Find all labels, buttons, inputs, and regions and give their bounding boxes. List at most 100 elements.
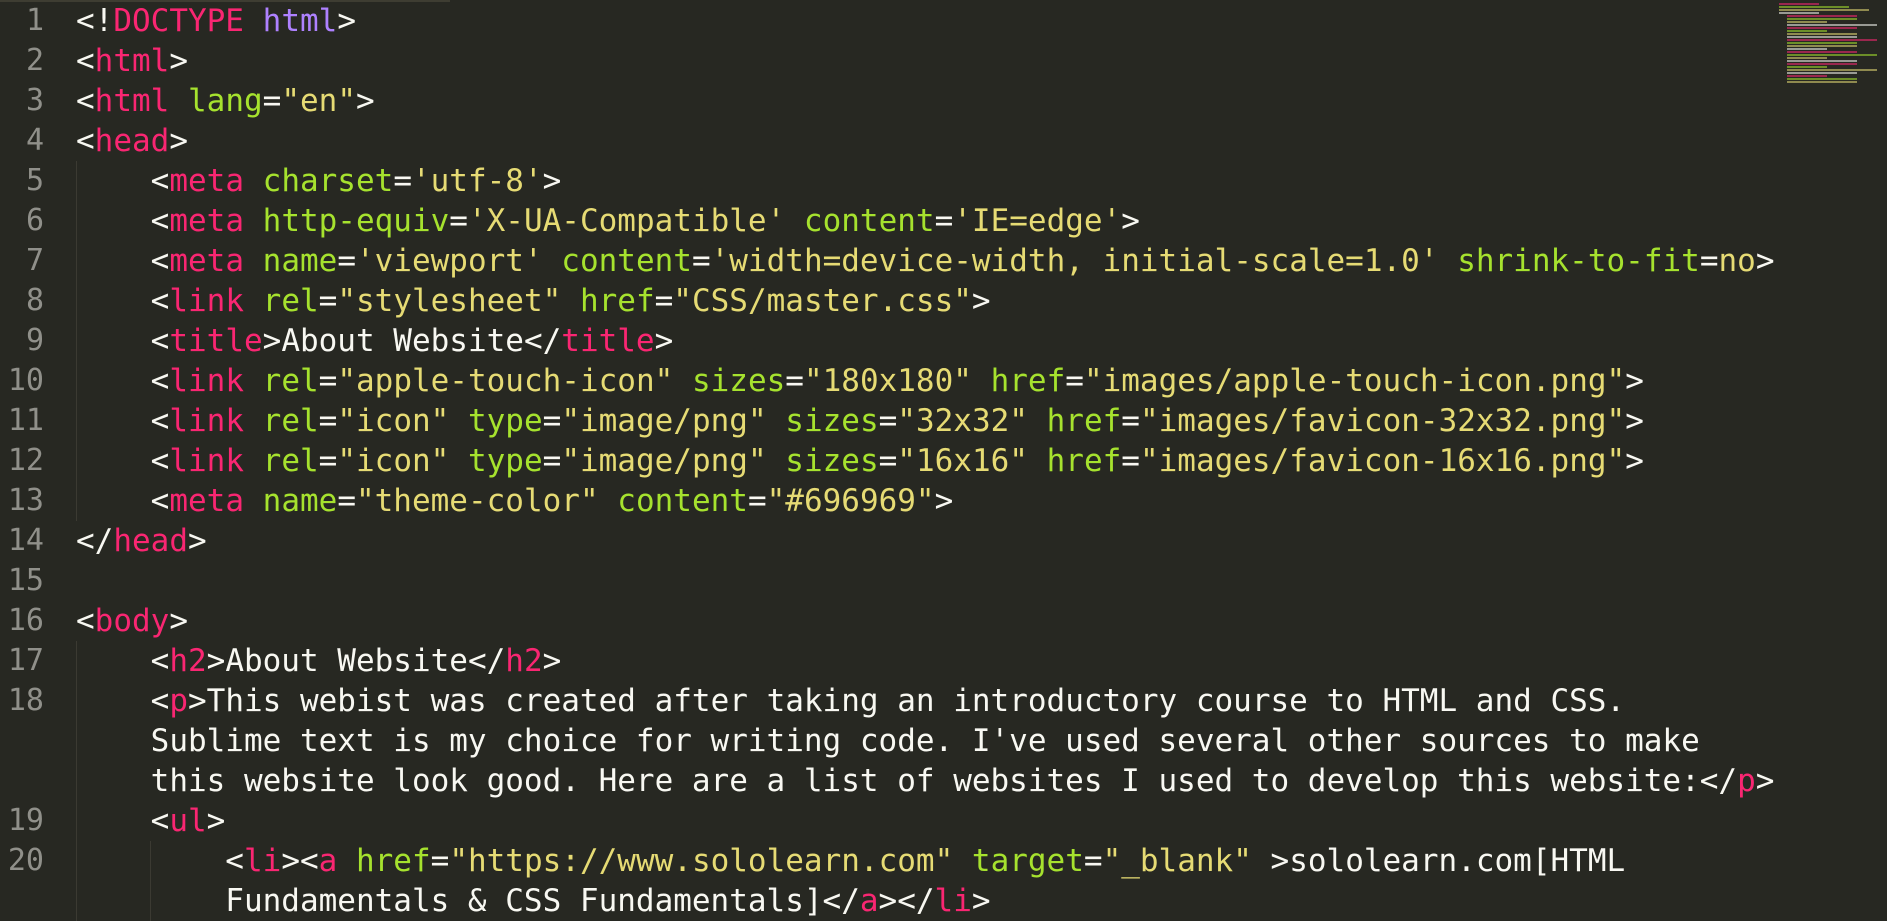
code-line[interactable]: <body> — [76, 601, 188, 641]
code-token: type — [467, 403, 543, 439]
code-token: sizes — [785, 403, 879, 439]
minimap-line — [1779, 3, 1819, 5]
minimap-line — [1787, 51, 1857, 53]
code-token: lang — [188, 83, 263, 119]
code-line[interactable]: <link rel="apple-touch-icon" sizes="180x… — [76, 361, 1644, 401]
code-line[interactable]: <li><a href="https://www.sololearn.com" … — [76, 841, 1625, 881]
code-token: meta — [169, 243, 244, 279]
code-token: h2 — [505, 643, 543, 679]
code-token: = — [318, 283, 338, 319]
code-line[interactable]: Sublime text is my choice for writing co… — [76, 721, 1700, 761]
code-token: rel — [262, 283, 319, 319]
code-token: href — [990, 363, 1066, 399]
minimap-line — [1787, 33, 1857, 35]
code-token: 'utf-8' — [411, 163, 543, 199]
code-token: name — [262, 483, 338, 519]
code-token: = — [318, 403, 338, 439]
code-token: "16x16" — [897, 443, 1028, 479]
code-line[interactable]: <meta charset='utf-8'> — [76, 161, 562, 201]
code-token: > — [971, 883, 991, 919]
code-token: < — [76, 643, 170, 679]
code-line[interactable]: <html lang="en"> — [76, 81, 375, 121]
code-token: href — [355, 843, 431, 879]
code-token: Sublime text is my choice for writing co… — [76, 723, 1700, 759]
code-line[interactable]: Fundamentals & CSS Fundamentals]</a></li… — [76, 881, 991, 921]
code-line[interactable]: this website look good. Here are a list … — [76, 761, 1775, 801]
code-line[interactable]: <h2>About Website</h2> — [76, 641, 562, 681]
code-token: html — [94, 43, 170, 79]
code-token: = — [1121, 443, 1140, 479]
code-token: a — [318, 843, 338, 879]
code-token: = — [318, 363, 338, 399]
code-token: = — [337, 483, 356, 519]
code-token: > — [337, 3, 356, 39]
code-token: "image/png" — [561, 403, 767, 439]
code-token: p — [169, 683, 188, 719]
code-token: li — [243, 843, 282, 879]
code-token: 'width=device-width, initial-scale=1.0' — [710, 243, 1439, 279]
code-token: = — [262, 83, 282, 119]
code-token: this website look good. Here are a list … — [76, 763, 1738, 799]
code-line[interactable]: <html> — [76, 41, 188, 81]
minimap-line — [1787, 75, 1827, 77]
minimap-line — [1787, 54, 1877, 56]
minimap-line — [1787, 78, 1857, 80]
code-token: > — [187, 523, 207, 559]
minimap-line — [1787, 60, 1857, 62]
code-token: "_blank" — [1102, 843, 1252, 879]
code-line[interactable]: <ul> — [76, 801, 226, 841]
code-token: link — [169, 363, 244, 399]
minimap-line — [1787, 36, 1857, 38]
code-token: = — [1121, 403, 1140, 439]
code-line[interactable]: <meta name="theme-color" content="#69696… — [76, 481, 954, 521]
code-line[interactable]: <meta http-equiv='X-UA-Compatible' conte… — [76, 201, 1140, 241]
code-token: p — [1737, 763, 1756, 799]
code-token: "en" — [281, 83, 356, 119]
code-line[interactable]: <p>This webist was created after taking … — [76, 681, 1625, 721]
code-token: title — [561, 323, 655, 359]
code-token: = — [1699, 243, 1719, 279]
code-token: sizes — [785, 443, 879, 479]
code-token: = — [934, 203, 954, 239]
code-token: = — [1083, 843, 1103, 879]
code-line[interactable]: <link rel="icon" type="image/png" sizes=… — [76, 401, 1644, 441]
code-token: > — [542, 163, 562, 199]
code-token: "images/apple-touch-icon.png" — [1083, 363, 1626, 399]
code-line[interactable]: <link rel="stylesheet" href="CSS/master.… — [76, 281, 991, 321]
indent-guide — [150, 841, 152, 921]
code-token: > — [971, 283, 991, 319]
code-line[interactable]: <!DOCTYPE html> — [76, 1, 356, 41]
code-token: > — [355, 83, 375, 119]
code-token: < — [76, 43, 95, 79]
code-line[interactable]: <title>About Website</title> — [76, 321, 674, 361]
code-line[interactable]: <meta name='viewport' content='width=dev… — [76, 241, 1775, 281]
code-editor[interactable]: 1 2 3 4 5 6 7 8 9 10 11 12 13 14 15 16 17 18 19 20 <!DOCTYP… — [0, 0, 1887, 921]
code-token: > — [169, 603, 188, 639]
minimap[interactable] — [1777, 0, 1887, 90]
code-token: html — [94, 83, 170, 119]
code-line[interactable]: <head> — [76, 121, 188, 161]
code-token: > — [934, 483, 954, 519]
minimap-line — [1787, 48, 1827, 50]
code-token: < — [76, 83, 95, 119]
code-token: sizes — [691, 363, 786, 399]
code-area[interactable]: <!DOCTYPE html> <html> <html lang="en"> <he… — [0, 0, 1860, 921]
code-line[interactable]: </head> — [76, 521, 207, 561]
code-line[interactable]: <link rel="icon" type="image/png" sizes=… — [76, 441, 1644, 481]
code-token: = — [449, 203, 468, 239]
code-token: "CSS/master.css" — [673, 283, 972, 319]
code-token: = — [393, 163, 412, 199]
code-token: link — [169, 403, 244, 439]
